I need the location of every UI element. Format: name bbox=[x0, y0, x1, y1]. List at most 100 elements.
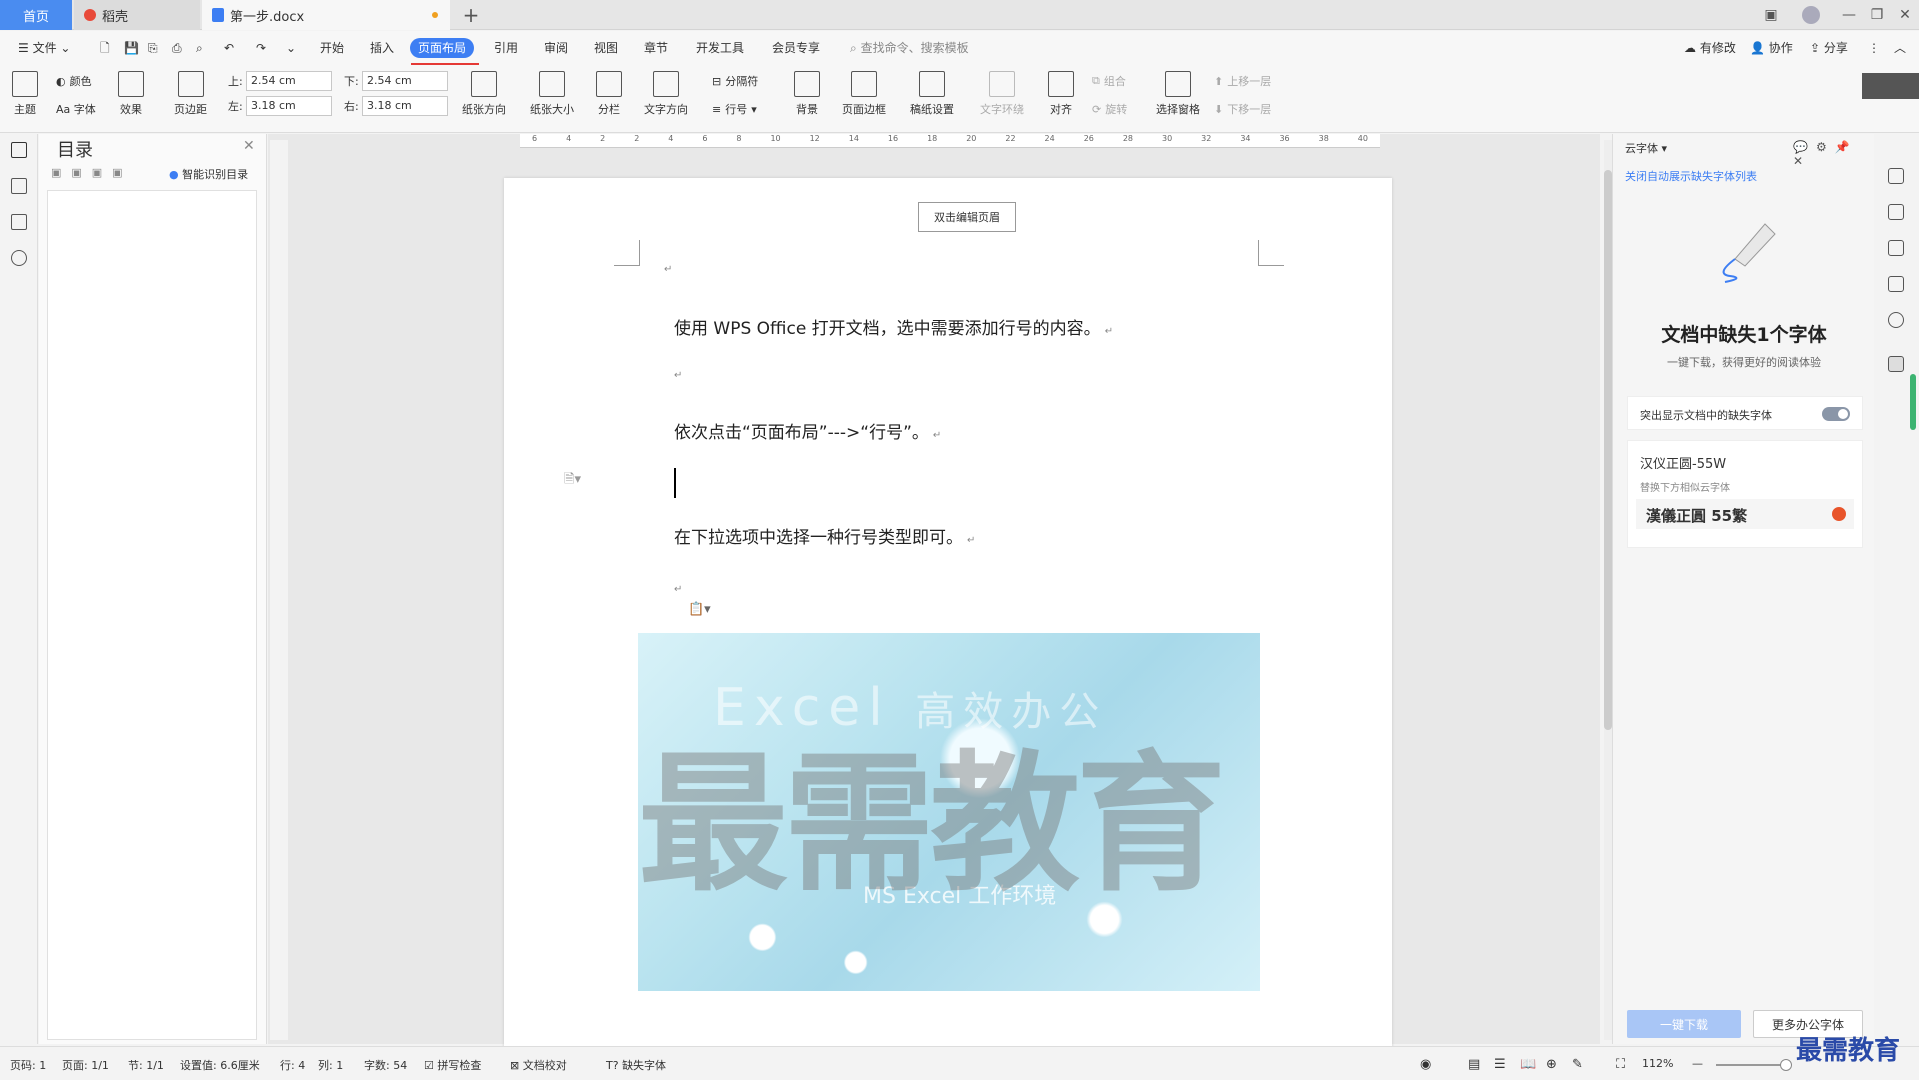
header-edit-hint[interactable]: 双击编辑页眉 bbox=[918, 202, 1016, 232]
more-icon[interactable]: ⋮ bbox=[1864, 38, 1884, 58]
rotate-button[interactable]: ⟳ 旋转 bbox=[1092, 101, 1127, 117]
page-border-button[interactable]: 页面边框 bbox=[842, 71, 886, 117]
fit-page-icon[interactable]: ⛶ bbox=[1616, 1057, 1625, 1072]
print-icon[interactable]: ⎙ bbox=[168, 38, 186, 58]
menu-start[interactable]: 开始 bbox=[316, 38, 348, 58]
style-icon[interactable] bbox=[1888, 168, 1904, 184]
effect-button[interactable]: 效果 bbox=[118, 71, 144, 117]
margin-left-input[interactable]: 3.18 cm bbox=[246, 96, 332, 116]
page-code[interactable]: 页码: 1 bbox=[10, 1057, 46, 1073]
tab-home[interactable]: 首页 bbox=[0, 0, 72, 30]
paper-size-button[interactable]: 纸张大小 bbox=[530, 71, 574, 117]
menu-page-layout[interactable]: 页面布局 bbox=[410, 38, 475, 58]
page-count[interactable]: 页面: 1/1 bbox=[62, 1057, 109, 1073]
format-painter-icon[interactable]: ⎘ bbox=[144, 38, 162, 58]
zoom-level[interactable]: 112% bbox=[1642, 1057, 1673, 1070]
proofread-button[interactable]: ⊠ 文档校对 bbox=[510, 1057, 567, 1073]
help-icon[interactable] bbox=[1888, 312, 1904, 328]
layout-icon[interactable]: ▣ bbox=[1756, 0, 1786, 30]
undo-icon[interactable]: ↶ bbox=[220, 38, 238, 58]
share-button[interactable]: ⇪ 分享 bbox=[1806, 38, 1852, 58]
smart-toc-button[interactable]: ● 智能识别目录 bbox=[169, 166, 248, 182]
new-tab-button[interactable]: + bbox=[456, 0, 486, 30]
panel-scroll-indicator[interactable] bbox=[1910, 374, 1916, 430]
color-button[interactable]: ◐ 颜色 bbox=[56, 73, 92, 89]
menu-chapter[interactable]: 章节 bbox=[640, 38, 672, 58]
setting-value[interactable]: 设置值: 6.6厘米 bbox=[180, 1057, 260, 1073]
outline-nav-icon[interactable] bbox=[11, 178, 27, 194]
margin-right-input[interactable]: 3.18 cm bbox=[362, 96, 448, 116]
send-backward-button[interactable]: ⬇ 下移一层 bbox=[1214, 101, 1271, 117]
close-icon[interactable]: ✕ bbox=[243, 138, 255, 154]
horizontal-ruler[interactable]: 6 4 2 2 4 6 8 10 12 14 16 18 20 22 24 26 28 30 32 34 36 38 40 bbox=[520, 134, 1380, 148]
font-button[interactable]: Aa 字体 bbox=[56, 101, 96, 117]
toc-list[interactable] bbox=[47, 190, 257, 1040]
tab-daoke[interactable]: 稻壳 bbox=[74, 0, 200, 30]
close-button[interactable]: ✕ bbox=[1890, 0, 1919, 30]
adjust-icon[interactable] bbox=[1888, 276, 1904, 292]
menu-review[interactable]: 审阅 bbox=[540, 38, 572, 58]
draft-setting-button[interactable]: 稿纸设置 bbox=[910, 71, 954, 117]
read-view-icon[interactable]: 📖 bbox=[1520, 1057, 1536, 1072]
menu-references[interactable]: 引用 bbox=[490, 38, 522, 58]
bring-forward-button[interactable]: ⬆ 上移一层 bbox=[1214, 73, 1271, 89]
theme-button[interactable]: 主题 bbox=[12, 71, 38, 117]
eye-protection-icon[interactable]: ◉ bbox=[1420, 1057, 1431, 1072]
save-icon[interactable]: 💾 bbox=[120, 38, 143, 58]
menu-view[interactable]: 视图 bbox=[590, 38, 622, 58]
close-auto-list-link[interactable]: 关闭自动展示缺失字体列表 bbox=[1625, 168, 1757, 184]
redo-icon[interactable]: ↷ bbox=[252, 38, 270, 58]
toc-toolbar[interactable]: ▣▣▣▣ bbox=[51, 166, 133, 179]
align-button[interactable]: 对齐 bbox=[1048, 71, 1074, 117]
columns-button[interactable]: 分栏 bbox=[596, 71, 622, 117]
margin-top-input[interactable]: 2.54 cm bbox=[246, 71, 332, 91]
paste-options-icon[interactable]: 📋▾ bbox=[688, 602, 711, 617]
restore-button[interactable]: ❐ bbox=[1862, 0, 1892, 30]
command-search[interactable]: ⌕ 查找命令、搜索模板 bbox=[846, 38, 973, 58]
separator-button[interactable]: ⊟ 分隔符 bbox=[712, 73, 758, 89]
group-button[interactable]: ⧉ 组合 bbox=[1092, 73, 1126, 89]
panel-title[interactable]: 云字体 ▾ bbox=[1625, 140, 1667, 156]
margins-button[interactable]: 页边距 bbox=[174, 71, 207, 117]
zoom-out-button[interactable]: — bbox=[1692, 1057, 1703, 1070]
paragraph-2[interactable]: 依次点击“页面布局”--->“行号”。 ↵ bbox=[674, 418, 941, 443]
text-wrap-button[interactable]: 文字环绕 bbox=[980, 71, 1024, 117]
menu-member[interactable]: 会员专享 bbox=[768, 38, 824, 58]
avatar[interactable] bbox=[1796, 0, 1826, 30]
spell-check-button[interactable]: ☑ 拼写检查 bbox=[424, 1057, 481, 1073]
document-image[interactable]: Excel 高效办公 MS Excel 工作环境 最需教育 bbox=[638, 633, 1260, 991]
highlight-toggle[interactable] bbox=[1822, 407, 1850, 421]
text-direction-button[interactable]: 文字方向 bbox=[644, 71, 688, 117]
one-click-download-button[interactable]: 一键下载 bbox=[1627, 1010, 1741, 1038]
collapse-ribbon-icon[interactable]: ︿ bbox=[1890, 38, 1910, 58]
bookmark-icon[interactable] bbox=[11, 214, 27, 230]
document-page[interactable]: 双击编辑页眉 ↵ 使用 WPS Office 打开文档，选中需要添加行号的内容。… bbox=[504, 178, 1392, 1050]
select-icon[interactable] bbox=[1888, 240, 1904, 256]
scrollbar-thumb[interactable] bbox=[1604, 170, 1612, 730]
line-number-button[interactable]: ≡ 行号 ▾ bbox=[712, 101, 757, 117]
minimize-button[interactable]: — bbox=[1834, 0, 1864, 30]
modified-button[interactable]: ☁ 有修改 bbox=[1680, 38, 1740, 58]
section-count[interactable]: 节: 1/1 bbox=[128, 1057, 164, 1073]
menu-insert[interactable]: 插入 bbox=[366, 38, 398, 58]
document-scrollbar[interactable] bbox=[1604, 140, 1612, 1040]
tab-document[interactable]: 第一步.docx bbox=[202, 0, 450, 30]
web-view-icon[interactable]: ⊕ bbox=[1546, 1057, 1557, 1072]
outline-view-icon[interactable]: ☰ bbox=[1494, 1057, 1506, 1072]
page-view-icon[interactable]: ▤ bbox=[1468, 1057, 1480, 1072]
search-icon[interactable] bbox=[11, 250, 27, 266]
print-preview-icon[interactable]: ⌕ bbox=[192, 38, 207, 58]
replacement-font-item[interactable]: 漢儀正圓 55繁 bbox=[1636, 499, 1854, 529]
zoom-slider[interactable] bbox=[1716, 1059, 1792, 1071]
file-menu[interactable]: ☰ 文件 ⌄ bbox=[14, 38, 74, 58]
cloud-font-icon[interactable] bbox=[1888, 356, 1904, 372]
vertical-ruler[interactable] bbox=[270, 140, 288, 1040]
menu-developer[interactable]: 开发工具 bbox=[692, 38, 748, 58]
select-pane-button[interactable]: 选择窗格 bbox=[1156, 71, 1200, 117]
word-count[interactable]: 字数: 54 bbox=[364, 1057, 407, 1073]
zoom-slider-thumb[interactable] bbox=[1780, 1059, 1792, 1071]
new-doc-icon[interactable]: 🗋 bbox=[96, 38, 114, 58]
background-button[interactable]: 背景 bbox=[794, 71, 820, 117]
margin-bottom-input[interactable]: 2.54 cm bbox=[362, 71, 448, 91]
toc-nav-icon[interactable] bbox=[11, 142, 27, 158]
